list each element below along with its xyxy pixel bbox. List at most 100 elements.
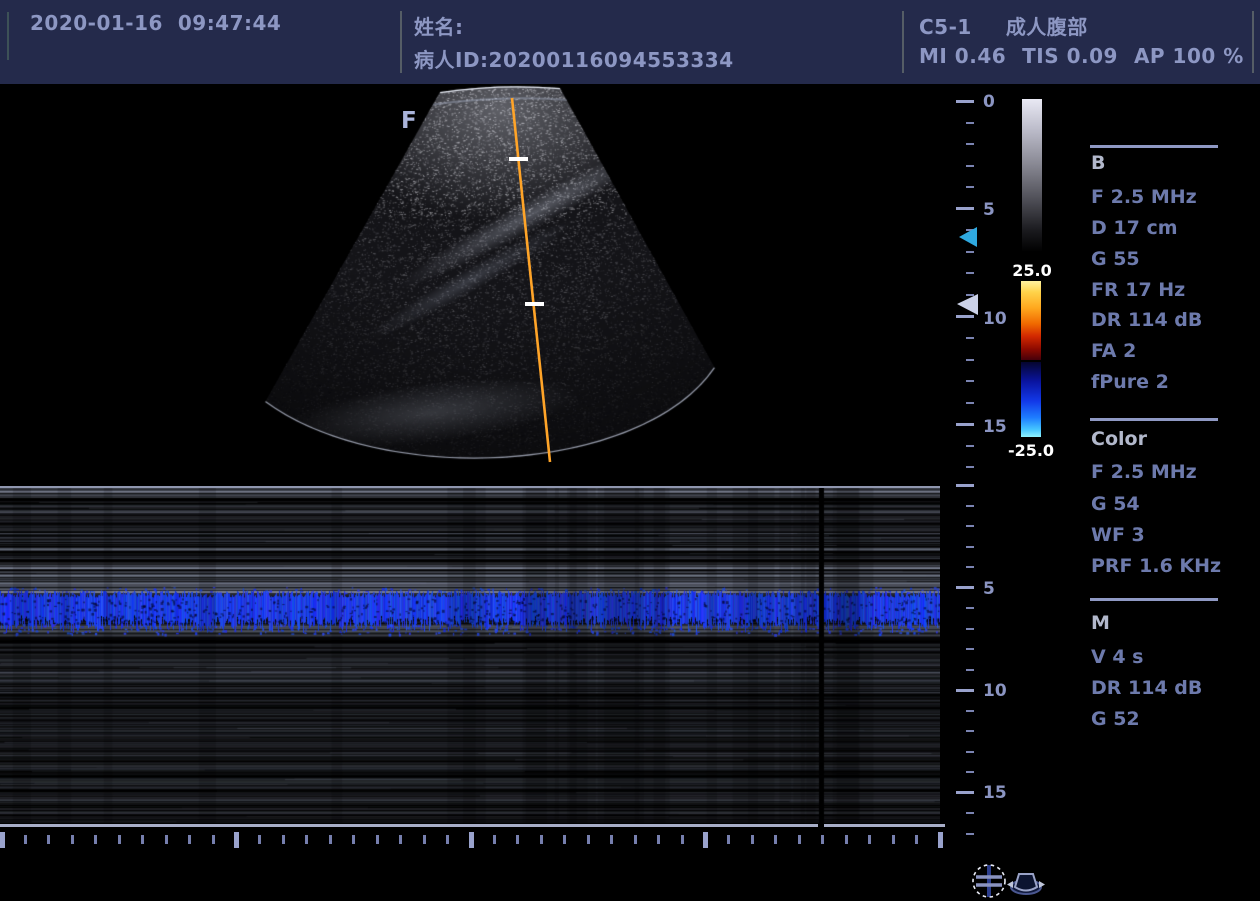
minor-tick: [892, 835, 895, 844]
depth-label: 0: [983, 92, 995, 112]
minor-tick: [868, 835, 871, 844]
minor-tick: [118, 835, 121, 844]
minor-tick: [446, 835, 449, 844]
tis-value: TIS 0.09: [1022, 44, 1118, 68]
depth-label: 15: [983, 417, 1007, 437]
datetime: 2020-01-16 09:47:44: [30, 11, 281, 35]
focus-marker-icon[interactable]: [957, 294, 978, 315]
depth-label: 5: [983, 579, 995, 599]
exam-preset: 成人腹部: [1006, 15, 1088, 39]
major-tick: [234, 832, 239, 848]
minor-tick: [540, 835, 543, 844]
minor-tick: [493, 835, 496, 844]
panel-divider: [1090, 145, 1218, 148]
major-tick: [703, 832, 708, 848]
m-param: DR 114 dB: [1091, 677, 1202, 699]
major-tick: [956, 791, 974, 794]
panel-divider: [1090, 598, 1218, 601]
minor-tick: [821, 835, 824, 844]
major-tick: [956, 207, 974, 210]
depth-label: 5: [983, 200, 995, 220]
major-tick: [956, 100, 974, 103]
major-tick: [956, 315, 974, 318]
minor-tick: [966, 628, 974, 630]
minor-tick: [966, 122, 974, 124]
major-tick: [956, 586, 974, 589]
color-box-marker-icon[interactable]: [959, 227, 977, 247]
minor-tick: [966, 359, 974, 361]
major-tick: [956, 689, 974, 692]
minor-tick: [966, 251, 974, 253]
minor-tick: [587, 835, 590, 844]
grayscale-bar: [1022, 99, 1042, 252]
minor-tick: [966, 648, 974, 650]
minor-tick: [966, 833, 974, 835]
color-param: WF 3: [1091, 524, 1145, 546]
b-param: G 55: [1091, 248, 1140, 270]
minor-tick: [563, 835, 566, 844]
minor-tick: [165, 835, 168, 844]
minor-tick: [751, 835, 754, 844]
minor-tick: [966, 272, 974, 274]
minor-tick: [915, 835, 918, 844]
minor-tick: [966, 445, 974, 447]
minor-tick: [845, 835, 848, 844]
b-param: fPure 2: [1091, 371, 1169, 393]
minor-tick: [657, 835, 660, 844]
minor-tick: [399, 835, 402, 844]
minor-tick: [610, 835, 613, 844]
b-param: F 2.5 MHz: [1091, 186, 1197, 208]
minor-tick: [966, 337, 974, 339]
minor-tick: [966, 380, 974, 382]
minor-tick: [966, 186, 974, 188]
patient-id: 病人ID:20200116094553334: [414, 44, 734, 73]
b-panel-title: B: [1091, 152, 1105, 174]
minor-tick: [966, 165, 974, 167]
velocity-min-label: -25.0: [1001, 441, 1061, 460]
orientation-marker: F: [401, 108, 417, 134]
minor-tick: [305, 835, 308, 844]
major-tick: [938, 832, 943, 848]
color-map-positive: [1021, 281, 1041, 360]
major-tick: [956, 484, 974, 487]
divider: [902, 11, 904, 73]
minor-tick: [774, 835, 777, 844]
ultrasound-screen: 2020-01-16 09:47:44 姓名: 病人ID:20200116094…: [0, 0, 1260, 901]
minor-tick: [141, 835, 144, 844]
patient-name-label: 姓名:: [414, 11, 464, 40]
depth-label: 10: [983, 681, 1007, 701]
minor-tick: [352, 835, 355, 844]
minor-tick: [966, 466, 974, 468]
minor-tick: [376, 835, 379, 844]
m-param: G 52: [1091, 708, 1140, 730]
m-mode-trace: [0, 486, 940, 824]
m-panel-title: M: [1091, 612, 1110, 634]
divider: [1252, 11, 1254, 73]
minor-tick: [966, 525, 974, 527]
major-tick: [0, 832, 5, 848]
minor-tick: [188, 835, 191, 844]
minor-tick: [329, 835, 332, 844]
probe-and-preset: C5-1 成人腹部: [919, 11, 1088, 40]
minor-tick: [966, 402, 974, 404]
minor-tick: [727, 835, 730, 844]
minor-tick: [24, 835, 27, 844]
minor-tick: [966, 607, 974, 609]
minor-tick: [966, 143, 974, 145]
probe-steer-icon[interactable]: [1006, 868, 1046, 898]
minor-tick: [966, 669, 974, 671]
minor-tick: [966, 751, 974, 753]
m-cursor-tool-icon[interactable]: [970, 862, 1008, 900]
b-param: FA 2: [1091, 340, 1136, 362]
divider: [400, 11, 402, 73]
minor-tick: [798, 835, 801, 844]
minor-tick: [282, 835, 285, 844]
depth-label: 15: [983, 783, 1007, 803]
minor-tick: [94, 835, 97, 844]
probe-model: C5-1: [919, 15, 972, 39]
color-map-negative: [1021, 362, 1041, 437]
b-param: DR 114 dB: [1091, 309, 1202, 331]
b-mode-image: [0, 85, 940, 485]
minor-tick: [634, 835, 637, 844]
major-tick: [956, 423, 974, 426]
